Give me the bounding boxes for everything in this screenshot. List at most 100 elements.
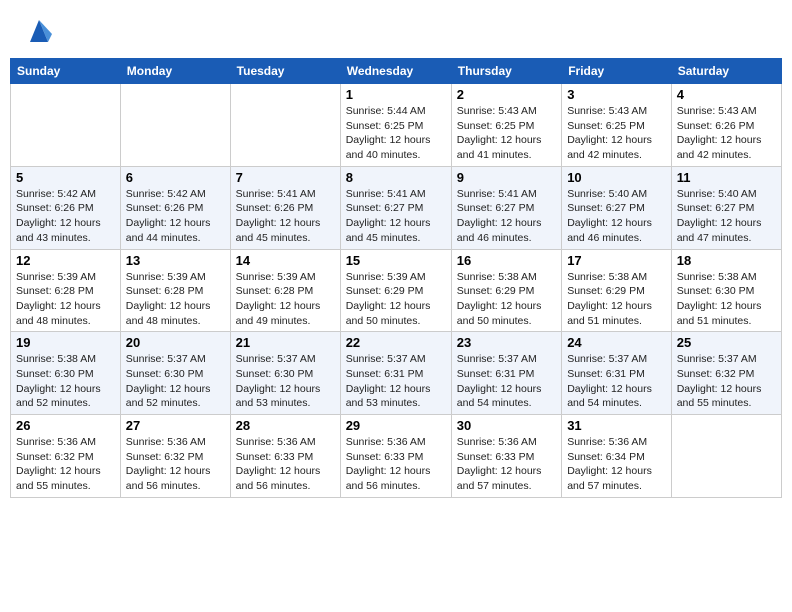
calendar-cell: 5 Sunrise: 5:42 AMSunset: 6:26 PMDaylight…: [11, 166, 121, 249]
calendar-cell: [11, 84, 121, 167]
day-number: 26: [16, 418, 115, 433]
day-info: Sunrise: 5:42 AMSunset: 6:26 PMDaylight:…: [16, 187, 115, 246]
day-info: Sunrise: 5:36 AMSunset: 6:32 PMDaylight:…: [16, 435, 115, 494]
calendar-cell: 30 Sunrise: 5:36 AMSunset: 6:33 PMDayligh…: [451, 415, 561, 498]
day-number: 21: [236, 335, 335, 350]
calendar-cell: 14 Sunrise: 5:39 AMSunset: 6:28 PMDayligh…: [230, 249, 340, 332]
day-number: 6: [126, 170, 225, 185]
day-info: Sunrise: 5:42 AMSunset: 6:26 PMDaylight:…: [126, 187, 225, 246]
day-number: 20: [126, 335, 225, 350]
day-number: 9: [457, 170, 556, 185]
day-number: 3: [567, 87, 666, 102]
day-number: 13: [126, 253, 225, 268]
day-number: 18: [677, 253, 776, 268]
day-info: Sunrise: 5:43 AMSunset: 6:25 PMDaylight:…: [567, 104, 666, 163]
calendar-cell: 28 Sunrise: 5:36 AMSunset: 6:33 PMDayligh…: [230, 415, 340, 498]
day-number: 22: [346, 335, 446, 350]
calendar-cell: 9 Sunrise: 5:41 AMSunset: 6:27 PMDaylight…: [451, 166, 561, 249]
calendar-cell: 29 Sunrise: 5:36 AMSunset: 6:33 PMDayligh…: [340, 415, 451, 498]
day-info: Sunrise: 5:39 AMSunset: 6:28 PMDaylight:…: [126, 270, 225, 329]
calendar-cell: 13 Sunrise: 5:39 AMSunset: 6:28 PMDayligh…: [120, 249, 230, 332]
day-number: 12: [16, 253, 115, 268]
page-header: [10, 10, 782, 52]
calendar-cell: 12 Sunrise: 5:39 AMSunset: 6:28 PMDayligh…: [11, 249, 121, 332]
day-number: 14: [236, 253, 335, 268]
day-number: 25: [677, 335, 776, 350]
header-thursday: Thursday: [451, 59, 561, 84]
day-number: 1: [346, 87, 446, 102]
day-number: 17: [567, 253, 666, 268]
day-info: Sunrise: 5:39 AMSunset: 6:28 PMDaylight:…: [16, 270, 115, 329]
day-number: 31: [567, 418, 666, 433]
day-info: Sunrise: 5:37 AMSunset: 6:31 PMDaylight:…: [346, 352, 446, 411]
calendar-cell: 3 Sunrise: 5:43 AMSunset: 6:25 PMDaylight…: [562, 84, 672, 167]
header-friday: Friday: [562, 59, 672, 84]
calendar-header-row: SundayMondayTuesdayWednesdayThursdayFrid…: [11, 59, 782, 84]
calendar-cell: 31 Sunrise: 5:36 AMSunset: 6:34 PMDayligh…: [562, 415, 672, 498]
calendar-cell: 22 Sunrise: 5:37 AMSunset: 6:31 PMDayligh…: [340, 332, 451, 415]
day-info: Sunrise: 5:38 AMSunset: 6:29 PMDaylight:…: [457, 270, 556, 329]
day-info: Sunrise: 5:41 AMSunset: 6:27 PMDaylight:…: [457, 187, 556, 246]
header-tuesday: Tuesday: [230, 59, 340, 84]
calendar-cell: [671, 415, 781, 498]
day-info: Sunrise: 5:37 AMSunset: 6:31 PMDaylight:…: [567, 352, 666, 411]
day-number: 10: [567, 170, 666, 185]
header-sunday: Sunday: [11, 59, 121, 84]
header-saturday: Saturday: [671, 59, 781, 84]
day-number: 16: [457, 253, 556, 268]
calendar-cell: 27Sunrise: 5:36 AMSunset: 6:32 PMDayligh…: [120, 415, 230, 498]
calendar-table: SundayMondayTuesdayWednesdayThursdayFrid…: [10, 58, 782, 498]
calendar-cell: 16 Sunrise: 5:38 AMSunset: 6:29 PMDayligh…: [451, 249, 561, 332]
day-number: 23: [457, 335, 556, 350]
calendar-cell: 6 Sunrise: 5:42 AMSunset: 6:26 PMDaylight…: [120, 166, 230, 249]
calendar-cell: 10 Sunrise: 5:40 AMSunset: 6:27 PMDayligh…: [562, 166, 672, 249]
day-number: 19: [16, 335, 115, 350]
calendar-cell: 1 Sunrise: 5:44 AMSunset: 6:25 PMDaylight…: [340, 84, 451, 167]
day-number: 28: [236, 418, 335, 433]
calendar-cell: 24 Sunrise: 5:37 AMSunset: 6:31 PMDayligh…: [562, 332, 672, 415]
logo: [18, 14, 56, 48]
calendar-cell: 11Sunrise: 5:40 AMSunset: 6:27 PMDayligh…: [671, 166, 781, 249]
logo-icon: [22, 14, 56, 48]
day-info: Sunrise: 5:39 AMSunset: 6:28 PMDaylight:…: [236, 270, 335, 329]
day-info: Sunrise: 5:36 AMSunset: 6:33 PMDaylight:…: [457, 435, 556, 494]
calendar-cell: 15 Sunrise: 5:39 AMSunset: 6:29 PMDayligh…: [340, 249, 451, 332]
calendar-cell: 18 Sunrise: 5:38 AMSunset: 6:30 PMDayligh…: [671, 249, 781, 332]
day-info: Sunrise: 5:36 AMSunset: 6:33 PMDaylight:…: [236, 435, 335, 494]
day-info: Sunrise: 5:36 AMSunset: 6:34 PMDaylight:…: [567, 435, 666, 494]
calendar-cell: [120, 84, 230, 167]
calendar-cell: 2 Sunrise: 5:43 AMSunset: 6:25 PMDaylight…: [451, 84, 561, 167]
day-info: Sunrise: 5:38 AMSunset: 6:29 PMDaylight:…: [567, 270, 666, 329]
day-info: Sunrise: 5:40 AMSunset: 6:27 PMDaylight:…: [677, 187, 776, 246]
day-info: Sunrise: 5:38 AMSunset: 6:30 PMDaylight:…: [677, 270, 776, 329]
calendar-cell: 7Sunrise: 5:41 AMSunset: 6:26 PMDaylight…: [230, 166, 340, 249]
day-info: Sunrise: 5:37 AMSunset: 6:32 PMDaylight:…: [677, 352, 776, 411]
day-info: Sunrise: 5:37 AMSunset: 6:31 PMDaylight:…: [457, 352, 556, 411]
day-number: 7: [236, 170, 335, 185]
day-number: 24: [567, 335, 666, 350]
day-info: Sunrise: 5:44 AMSunset: 6:25 PMDaylight:…: [346, 104, 446, 163]
day-info: Sunrise: 5:37 AMSunset: 6:30 PMDaylight:…: [236, 352, 335, 411]
day-number: 27: [126, 418, 225, 433]
calendar-cell: 4Sunrise: 5:43 AMSunset: 6:26 PMDaylight…: [671, 84, 781, 167]
calendar-cell: 25 Sunrise: 5:37 AMSunset: 6:32 PMDayligh…: [671, 332, 781, 415]
calendar-cell: 20 Sunrise: 5:37 AMSunset: 6:30 PMDayligh…: [120, 332, 230, 415]
day-info: Sunrise: 5:37 AMSunset: 6:30 PMDaylight:…: [126, 352, 225, 411]
day-info: Sunrise: 5:40 AMSunset: 6:27 PMDaylight:…: [567, 187, 666, 246]
calendar-cell: 21 Sunrise: 5:37 AMSunset: 6:30 PMDayligh…: [230, 332, 340, 415]
day-number: 2: [457, 87, 556, 102]
day-info: Sunrise: 5:38 AMSunset: 6:30 PMDaylight:…: [16, 352, 115, 411]
day-info: Sunrise: 5:43 AMSunset: 6:25 PMDaylight:…: [457, 104, 556, 163]
calendar-cell: 23 Sunrise: 5:37 AMSunset: 6:31 PMDayligh…: [451, 332, 561, 415]
day-number: 29: [346, 418, 446, 433]
calendar-cell: [230, 84, 340, 167]
day-number: 30: [457, 418, 556, 433]
day-info: Sunrise: 5:39 AMSunset: 6:29 PMDaylight:…: [346, 270, 446, 329]
day-number: 15: [346, 253, 446, 268]
day-number: 4: [677, 87, 776, 102]
day-number: 5: [16, 170, 115, 185]
calendar-cell: 8Sunrise: 5:41 AMSunset: 6:27 PMDaylight…: [340, 166, 451, 249]
day-info: Sunrise: 5:41 AMSunset: 6:27 PMDaylight:…: [346, 187, 446, 246]
day-info: Sunrise: 5:36 AMSunset: 6:33 PMDaylight:…: [346, 435, 446, 494]
calendar-cell: 19 Sunrise: 5:38 AMSunset: 6:30 PMDayligh…: [11, 332, 121, 415]
